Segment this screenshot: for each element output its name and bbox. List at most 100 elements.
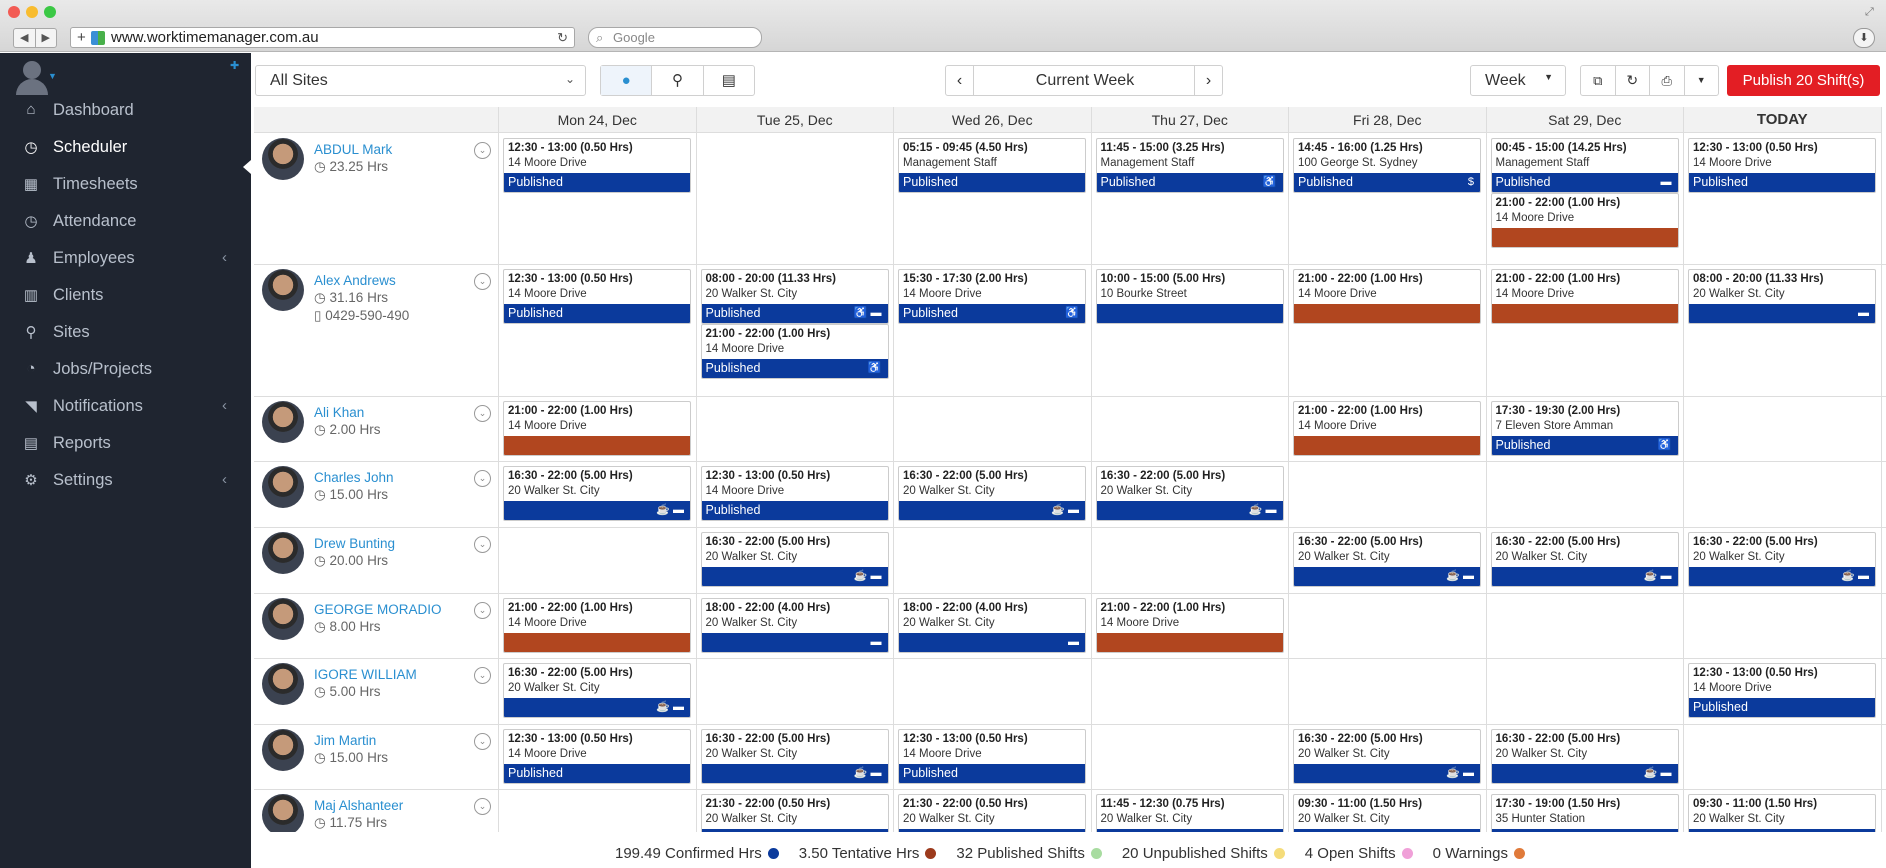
- summary-footer: 199.49 Confirmed Hrs 3.50 Tentative Hrs 32…: [254, 845, 1886, 868]
- shift-card[interactable]: 21:00 - 22:00 (1.00 Hrs) 14 Moore Drive: [503, 598, 691, 653]
- employee-name[interactable]: Ali Khan: [314, 405, 364, 420]
- id-card-button[interactable]: ▤: [702, 66, 754, 95]
- shift-card[interactable]: 16:30 - 22:00 (5.00 Hrs) 20 Walker St. Ci…: [1490, 729, 1679, 784]
- shift-card[interactable]: 09:30 - 11:00 (1.50 Hrs) 20 Walker St. Ci…: [1293, 794, 1481, 832]
- shift-card[interactable]: 12:30 - 13:00 (0.50 Hrs) 14 Moore Drive Pu…: [1688, 138, 1876, 193]
- maximize-window-button[interactable]: [44, 6, 56, 18]
- current-week-label[interactable]: Current Week: [974, 72, 1196, 90]
- shift-card[interactable]: 16:30 - 22:00 (5.00 Hrs) 20 Walker St. Ci…: [1688, 532, 1876, 587]
- shift-status: Published: [1693, 175, 1748, 189]
- map-pin-button[interactable]: ⚲: [651, 66, 702, 95]
- shift-card[interactable]: 21:00 - 22:00 (1.00 Hrs) 14 Moore Drive: [1293, 401, 1481, 456]
- shift-card[interactable]: 15:30 - 17:30 (2.00 Hrs) 14 Moore Drive Pu…: [898, 269, 1086, 324]
- print-button[interactable]: ⎙: [1649, 66, 1684, 95]
- shift-card[interactable]: 12:30 - 13:00 (0.50 Hrs) 14 Moore Drive Pu…: [898, 729, 1086, 784]
- employee-menu-chevron-icon[interactable]: ⌄: [474, 733, 491, 750]
- shift-card[interactable]: 17:30 - 19:00 (1.50 Hrs) 35 Hunter Statio…: [1490, 794, 1679, 832]
- refresh-button[interactable]: ↻: [1614, 66, 1650, 95]
- avatar[interactable]: [262, 663, 304, 705]
- avatar[interactable]: [262, 729, 304, 771]
- employee-menu-chevron-icon[interactable]: ⌄: [474, 273, 491, 290]
- pin-icon[interactable]: ✚: [230, 59, 239, 72]
- copy-button[interactable]: ⧉: [1581, 66, 1615, 95]
- employee-menu-chevron-icon[interactable]: ⌄: [474, 536, 491, 553]
- shift-card[interactable]: 08:00 - 20:00 (11.33 Hrs) 20 Walker St. C…: [700, 269, 889, 324]
- shift-card[interactable]: 11:45 - 12:30 (0.75 Hrs) 20 Walker St. Ci…: [1095, 794, 1284, 832]
- forward-icon[interactable]: ▶: [34, 29, 57, 47]
- avatar[interactable]: [262, 138, 304, 180]
- shift-card[interactable]: 21:00 - 22:00 (1.00 Hrs) 14 Moore Drive Pu…: [700, 324, 889, 379]
- shift-card[interactable]: 16:30 - 22:00 (5.00 Hrs) 20 Walker St. Ci…: [700, 532, 889, 587]
- summary-item: 199.49 Confirmed Hrs: [615, 845, 779, 862]
- back-icon[interactable]: ◀: [14, 29, 35, 47]
- shift-card[interactable]: 12:30 - 13:00 (0.50 Hrs) 14 Moore Drive Pu…: [700, 466, 889, 521]
- shift-card[interactable]: 10:00 - 15:00 (5.00 Hrs) 10 Bourke Street: [1095, 269, 1284, 324]
- view-select[interactable]: Week ▼: [1470, 65, 1566, 96]
- shift-card[interactable]: 16:30 - 22:00 (5.00 Hrs) 20 Walker St. Ci…: [503, 466, 691, 521]
- person-view-button[interactable]: ●: [601, 66, 652, 95]
- shift-card[interactable]: 12:30 - 13:00 (0.50 Hrs) 14 Moore Drive Pu…: [503, 138, 691, 193]
- shift-card[interactable]: 12:30 - 13:00 (0.50 Hrs) 14 Moore Drive Pu…: [1688, 663, 1876, 718]
- employee-name[interactable]: IGORE WILLIAM: [314, 667, 417, 682]
- avatar[interactable]: [262, 401, 304, 443]
- sidebar-item-settings[interactable]: ⚙ Settings ‹: [0, 459, 251, 503]
- employee-name[interactable]: Drew Bunting: [314, 536, 395, 551]
- avatar[interactable]: [262, 269, 304, 311]
- publish-shifts-button[interactable]: Publish 20 Shift(s): [1727, 65, 1880, 96]
- shift-card[interactable]: 16:30 - 22:00 (5.00 Hrs) 20 Walker St. Ci…: [700, 729, 889, 784]
- shift-card[interactable]: 21:00 - 22:00 (1.00 Hrs) 14 Moore Drive: [1095, 598, 1284, 653]
- employee-menu-chevron-icon[interactable]: ⌄: [474, 602, 491, 619]
- resize-icon[interactable]: ⤢: [1865, 6, 1874, 19]
- shift-card[interactable]: 21:00 - 22:00 (1.00 Hrs) 14 Moore Drive: [1490, 269, 1679, 324]
- shift-card[interactable]: 21:30 - 22:00 (0.50 Hrs) 20 Walker St. Ci…: [898, 794, 1086, 832]
- shift-card[interactable]: 17:30 - 19:30 (2.00 Hrs) 7 Eleven Store A…: [1490, 401, 1679, 456]
- employee-menu-chevron-icon[interactable]: ⌄: [474, 142, 491, 159]
- employee-name[interactable]: Jim Martin: [314, 733, 376, 748]
- shift-card[interactable]: 16:30 - 22:00 (5.00 Hrs) 20 Walker St. Ci…: [503, 663, 691, 718]
- shift-card[interactable]: 00:45 - 15:00 (14.25 Hrs) Management Staf…: [1490, 138, 1679, 193]
- avatar[interactable]: [262, 794, 304, 832]
- shift-card[interactable]: 18:00 - 22:00 (4.00 Hrs) 20 Walker St. Ci…: [700, 598, 889, 653]
- shift-card[interactable]: 21:00 - 22:00 (1.00 Hrs) 14 Moore Drive: [1293, 269, 1481, 324]
- avatar[interactable]: [262, 466, 304, 508]
- reload-icon[interactable]: ↻: [557, 28, 568, 47]
- new-tab-icon[interactable]: +: [77, 28, 86, 47]
- shift-card[interactable]: 16:30 - 22:00 (5.00 Hrs) 20 Walker St. Ci…: [1293, 532, 1481, 587]
- shift-card[interactable]: 05:15 - 09:45 (4.50 Hrs) Management Staff…: [898, 138, 1086, 193]
- minimize-window-button[interactable]: [26, 6, 38, 18]
- shift-card[interactable]: 18:00 - 22:00 (4.00 Hrs) 20 Walker St. Ci…: [898, 598, 1086, 653]
- employee-name[interactable]: Maj Alshanteer: [314, 798, 403, 813]
- address-bar[interactable]: + www.worktimemanager.com.au ↻: [70, 27, 575, 48]
- avatar[interactable]: [262, 598, 304, 640]
- shift-flags-icon: ▬: [870, 636, 882, 648]
- prev-week-button[interactable]: ‹: [946, 66, 974, 95]
- employee-name[interactable]: ABDUL Mark: [314, 142, 392, 157]
- shift-card[interactable]: 12:30 - 13:00 (0.50 Hrs) 14 Moore Drive Pu…: [503, 269, 691, 324]
- avatar[interactable]: [262, 532, 304, 574]
- download-icon[interactable]: ⬇: [1853, 28, 1875, 48]
- shift-card[interactable]: 09:30 - 11:00 (1.50 Hrs) 20 Walker St. Ci…: [1688, 794, 1876, 832]
- employee-name[interactable]: Charles John: [314, 470, 394, 485]
- shift-card[interactable]: 08:00 - 20:00 (11.33 Hrs) 20 Walker St. C…: [1688, 269, 1876, 324]
- shift-card[interactable]: 16:30 - 22:00 (5.00 Hrs) 20 Walker St. Ci…: [1095, 466, 1284, 521]
- employee-menu-chevron-icon[interactable]: ⌄: [474, 798, 491, 815]
- shift-card[interactable]: 21:30 - 22:00 (0.50 Hrs) 20 Walker St. Ci…: [700, 794, 889, 832]
- shift-card[interactable]: 11:45 - 15:00 (3.25 Hrs) Management Staff…: [1095, 138, 1284, 193]
- next-week-button[interactable]: ›: [1194, 66, 1222, 95]
- employee-menu-chevron-icon[interactable]: ⌄: [474, 667, 491, 684]
- shift-card[interactable]: 21:00 - 22:00 (1.00 Hrs) 14 Moore Drive: [503, 401, 691, 456]
- employee-name[interactable]: Alex Andrews: [314, 273, 396, 288]
- more-options-button[interactable]: ▼: [1683, 66, 1719, 95]
- shift-card[interactable]: 12:30 - 13:00 (0.50 Hrs) 14 Moore Drive Pu…: [503, 729, 691, 784]
- shift-card[interactable]: 16:30 - 22:00 (5.00 Hrs) 20 Walker St. Ci…: [1293, 729, 1481, 784]
- shift-card[interactable]: 16:30 - 22:00 (5.00 Hrs) 20 Walker St. Ci…: [1490, 532, 1679, 587]
- shift-card[interactable]: 16:30 - 22:00 (5.00 Hrs) 20 Walker St. Ci…: [898, 466, 1086, 521]
- site-select[interactable]: All Sites ⌄: [255, 65, 586, 96]
- employee-menu-chevron-icon[interactable]: ⌄: [474, 405, 491, 422]
- shift-card[interactable]: 14:45 - 16:00 (1.25 Hrs) 100 George St. S…: [1293, 138, 1481, 193]
- browser-search-field[interactable]: ⌕ Google: [588, 27, 762, 48]
- close-window-button[interactable]: [8, 6, 20, 18]
- shift-card[interactable]: 21:00 - 22:00 (1.00 Hrs) 14 Moore Drive: [1490, 193, 1679, 248]
- employee-name[interactable]: GEORGE MORADIO: [314, 602, 442, 617]
- employee-menu-chevron-icon[interactable]: ⌄: [474, 470, 491, 487]
